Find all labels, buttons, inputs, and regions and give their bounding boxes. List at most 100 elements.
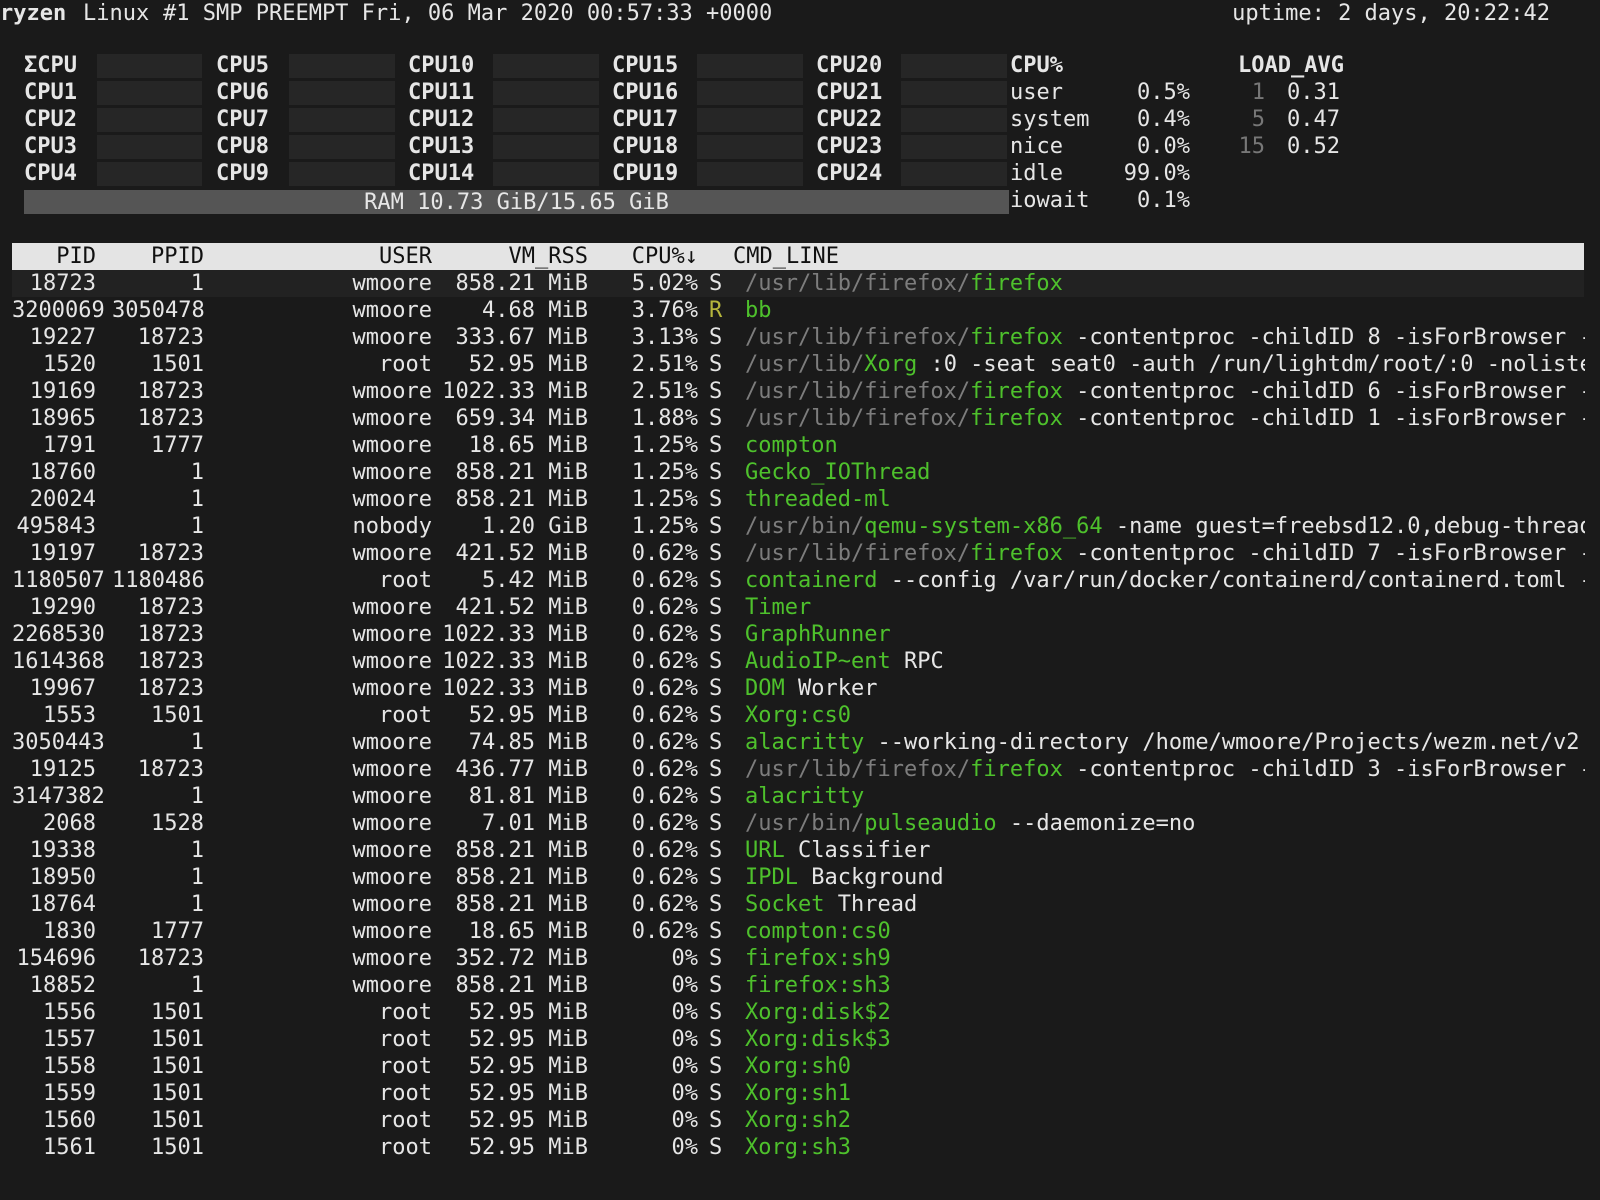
cpu-cell: 2.51% [631, 352, 698, 377]
state-cell: S [709, 1081, 723, 1106]
vmrss-cell: 52.95 MiB [468, 1081, 588, 1106]
uptime: uptime: 2 days, 20:22:42 [1232, 1, 1550, 26]
cpu-cell: 3.13% [631, 325, 698, 350]
cpu-cell: 0% [671, 1108, 699, 1133]
cmd-args: -contentproc -childID 1 -isForBrowser -p… [1076, 406, 1585, 431]
cpu-cell: 1.25% [631, 460, 698, 485]
state-cell: S [709, 676, 723, 701]
cmd-args: --config /var/run/docker/containerd/cont… [890, 568, 1585, 593]
cpu-cell: 0.62% [631, 622, 698, 647]
cpu-label: CPU10 [408, 53, 475, 78]
user-cell: wmoore [352, 406, 432, 431]
pid-cell: 19967 [29, 676, 96, 701]
cpu-cell: 0.62% [631, 892, 698, 917]
user-cell: wmoore [352, 919, 432, 944]
state-cell: S [709, 541, 723, 566]
user-cell: wmoore [352, 460, 432, 485]
ppid-cell: 1180486 [112, 568, 205, 593]
cpu-cell: 0.62% [631, 595, 698, 620]
col-cmd-header[interactable]: CMD_LINE [733, 243, 839, 270]
vmrss-cell: 52.95 MiB [468, 703, 588, 728]
table-header: PID PPID USER VM_RSS CPU%↓ CMD_LINE [12, 243, 1584, 270]
vmrss-cell: 1022.33 MiB [442, 379, 588, 404]
state-cell: S [709, 1054, 723, 1079]
vmrss-cell: 858.21 MiB [455, 892, 588, 917]
cmd-exe: bb [745, 298, 772, 323]
cmdline-cell: /usr/bin/pulseaudio --daemonize=no [745, 810, 1585, 837]
cpu-cell: 0% [671, 1054, 699, 1079]
ppid-cell: 1 [190, 865, 204, 890]
cpu-usage-bar [901, 162, 1007, 186]
ppid-cell: 1 [190, 838, 204, 863]
cmd-exe: URL [745, 838, 785, 863]
pid-cell: 3050443 [12, 730, 105, 755]
cpu-usage-bar [493, 81, 599, 105]
vmrss-cell: 858.21 MiB [455, 865, 588, 890]
state-cell: S [709, 352, 723, 377]
cmd-exe: Xorg:sh2 [745, 1108, 851, 1133]
pid-cell: 3147382 [12, 784, 105, 809]
cmdline-cell: /usr/bin/qemu-system-x86_64 -name guest=… [745, 513, 1585, 540]
pid-cell: 1180507 [12, 568, 105, 593]
cpu-cell: 0.62% [631, 865, 698, 890]
ppid-cell: 1 [190, 460, 204, 485]
cpu-cell: 0.62% [631, 838, 698, 863]
ppid-cell: 18723 [137, 649, 204, 674]
ppid-cell: 1 [190, 784, 204, 809]
ppid-cell: 1 [190, 892, 204, 917]
pid-cell: 3200069 [12, 298, 105, 323]
cmdline-cell: Socket Thread [745, 891, 1585, 918]
user-cell: root [379, 1081, 432, 1106]
user-cell: root [379, 1108, 432, 1133]
cpu-label: CPU16 [612, 80, 679, 105]
pid-cell: 1558 [43, 1054, 96, 1079]
user-cell: root [379, 352, 432, 377]
cpu-cell: 5.02% [631, 271, 698, 296]
cmd-args: RPC [890, 649, 944, 674]
cmd-exe: DOM [745, 676, 785, 701]
state-cell: S [709, 487, 723, 512]
col-pid-header[interactable]: PID [12, 243, 96, 270]
cpu-label: CPU12 [408, 107, 475, 132]
state-cell: S [709, 892, 723, 917]
ram-label: RAM 10.73 GiB/15.65 GiB [364, 190, 669, 215]
col-user-header[interactable]: USER [262, 243, 432, 270]
user-cell: wmoore [352, 271, 432, 296]
user-cell: wmoore [352, 757, 432, 782]
cpu-cell: 1.88% [631, 406, 698, 431]
cpu-label: CPU8 [216, 134, 269, 159]
pid-cell: 18760 [29, 460, 96, 485]
col-cpu-header[interactable]: CPU%↓ [592, 243, 698, 270]
cpu-label: CPU7 [216, 107, 269, 132]
cpu-cell: 0.62% [631, 676, 698, 701]
cpu-label: CPU2 [24, 107, 77, 132]
cpu-cell: 0% [671, 1027, 699, 1052]
cpu-usage-bar [289, 54, 395, 78]
ppid-cell: 1501 [151, 1135, 204, 1160]
user-cell: wmoore [352, 487, 432, 512]
col-ppid-header[interactable]: PPID [112, 243, 204, 270]
pid-cell: 18764 [29, 892, 96, 917]
cmd-args: Background [797, 865, 944, 890]
cmd-exe: firefox:sh9 [745, 946, 891, 971]
cmdline-cell: firefox:sh9 [745, 945, 1585, 972]
cpu-pct-label: system [1010, 107, 1090, 132]
cpu-usage-bar [493, 162, 599, 186]
cmd-exe: Socket [745, 892, 825, 917]
vmrss-cell: 858.21 MiB [455, 460, 588, 485]
cmd-path: /usr/lib/firefox/ [745, 757, 971, 782]
hostname: ryzen [0, 1, 67, 26]
cpu-label: CPU13 [408, 134, 475, 159]
cpu-cell: 0.62% [631, 730, 698, 755]
ppid-cell: 1501 [151, 1108, 204, 1133]
cmdline-cell: compton [745, 432, 1585, 459]
user-cell: root [379, 568, 432, 593]
cmdline-cell: Xorg:sh2 [745, 1107, 1585, 1134]
col-vmrss-header[interactable]: VM_RSS [442, 243, 588, 270]
ppid-cell: 18723 [137, 757, 204, 782]
cmdline-cell: Xorg:disk$2 [745, 999, 1585, 1026]
vmrss-cell: 858.21 MiB [455, 271, 588, 296]
cpu-cell: 1.25% [631, 514, 698, 539]
cmd-path: /usr/bin/ [745, 811, 865, 836]
state-cell: S [709, 811, 723, 836]
